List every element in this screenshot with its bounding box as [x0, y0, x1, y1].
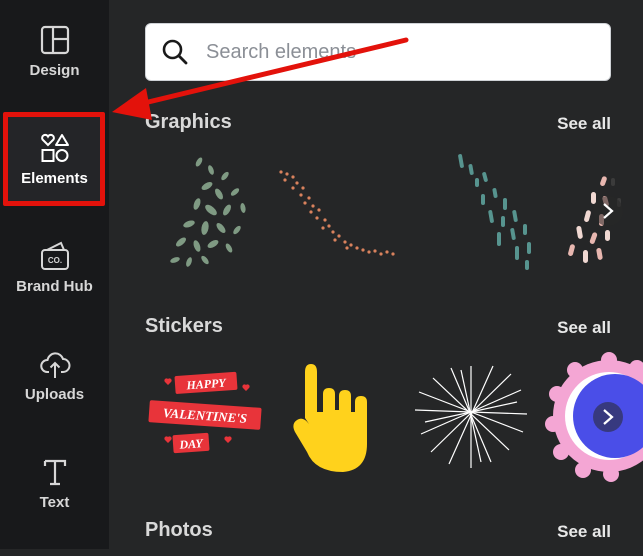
- sticker-text-day: DAY: [178, 436, 205, 452]
- sidebar-item-elements[interactable]: Elements: [0, 132, 109, 232]
- brand-hub-icon: CO.: [40, 241, 69, 270]
- sidebar-item-brand-hub[interactable]: CO. Brand Hub: [0, 240, 109, 340]
- sidebar-item-label: Design: [29, 62, 80, 79]
- cloud-upload-icon: [39, 352, 70, 378]
- valentines-day-sticker[interactable]: HAPPY VALENTINE'S DAY: [145, 352, 265, 482]
- starburst-sticker[interactable]: [411, 352, 531, 482]
- see-all-graphics-link[interactable]: See all: [557, 114, 611, 134]
- search-input[interactable]: Search elements: [145, 23, 611, 81]
- sticker-text-happy: HAPPY: [185, 376, 228, 393]
- graphic-dashes-thumbnail[interactable]: [417, 148, 537, 278]
- graphics-row: [145, 148, 643, 278]
- elements-panel: Search elements Graphics See all Sticker…: [109, 0, 643, 549]
- pointing-hand-sticker[interactable]: [287, 352, 387, 482]
- chevron-right-icon: [603, 409, 614, 425]
- search-icon: [162, 39, 188, 65]
- svg-text:CO.: CO.: [47, 256, 61, 265]
- graphic-leaves-thumbnail[interactable]: [159, 148, 269, 278]
- sidebar-item-label: Elements: [21, 170, 88, 187]
- sidebar-item-label: Uploads: [24, 386, 85, 403]
- sidebar-item-uploads[interactable]: Uploads: [0, 348, 109, 448]
- sidebar: Design Elements CO. Brand Hub Uploads Te: [0, 0, 109, 549]
- search-placeholder: Search elements: [206, 40, 357, 63]
- section-title-photos: Photos: [145, 519, 213, 541]
- section-title-stickers: Stickers: [145, 315, 223, 337]
- section-title-graphics: Graphics: [145, 111, 232, 133]
- graphic-dots-thumbnail[interactable]: [275, 148, 400, 278]
- sidebar-item-design[interactable]: Design: [0, 24, 109, 124]
- see-all-stickers-link[interactable]: See all: [557, 318, 611, 338]
- chevron-right-icon: [603, 203, 614, 219]
- text-icon: [43, 459, 66, 486]
- shapes-icon: [40, 133, 69, 162]
- see-all-photos-link[interactable]: See all: [557, 522, 611, 542]
- sidebar-item-text[interactable]: Text: [0, 456, 109, 556]
- layout-icon: [40, 25, 69, 55]
- stickers-next-button[interactable]: [593, 402, 623, 432]
- graphics-next-button[interactable]: [593, 196, 623, 226]
- sidebar-item-label: Text: [39, 494, 70, 511]
- sidebar-item-label: Brand Hub: [16, 278, 93, 295]
- stickers-row: HAPPY VALENTINE'S DAY: [145, 352, 643, 482]
